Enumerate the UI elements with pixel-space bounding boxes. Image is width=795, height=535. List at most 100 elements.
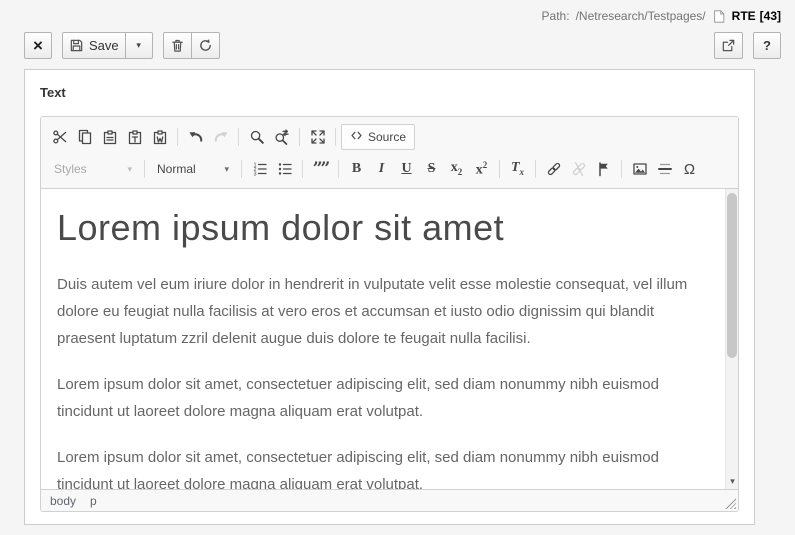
docheader-right: ?	[714, 32, 781, 59]
subscript-icon: x2	[450, 160, 463, 177]
numbered-list-button[interactable]: 123	[247, 157, 272, 181]
source-button-label: Source	[368, 130, 407, 144]
horizontal-line-icon	[657, 161, 673, 177]
link-button[interactable]	[541, 157, 566, 181]
field-label: Text	[40, 85, 66, 100]
save-button[interactable]: Save	[62, 32, 126, 59]
toolbar-separator	[302, 160, 303, 178]
resize-handle[interactable]	[725, 498, 736, 509]
format-combo[interactable]: Normal ▾	[150, 157, 236, 181]
help-button[interactable]: ?	[753, 32, 781, 59]
record-uid: [43]	[759, 9, 781, 23]
strikethrough-button[interactable]: S	[419, 157, 444, 181]
italic-icon: I	[378, 161, 385, 176]
remove-format-button[interactable]: Tx	[505, 157, 530, 181]
elementpath-p[interactable]: p	[90, 494, 97, 508]
chevron-down-icon: ▾	[136, 40, 141, 50]
toolbar-separator	[144, 160, 145, 178]
maximize-icon	[310, 129, 326, 145]
subscript-button[interactable]: x2	[444, 157, 469, 181]
bold-button[interactable]: B	[344, 157, 369, 181]
bulleted-list-button[interactable]	[272, 157, 297, 181]
scissors-icon	[52, 129, 68, 145]
record-title-text: RTE	[731, 9, 756, 23]
save-button-label: Save	[89, 38, 119, 53]
italic-button[interactable]: I	[369, 157, 394, 181]
copy-icon	[77, 129, 93, 145]
strikethrough-icon: S	[427, 161, 436, 176]
special-char-button[interactable]: Ω	[677, 157, 702, 181]
content-paragraph: Lorem ipsum dolor sit amet, consectetuer…	[57, 376, 659, 420]
replace-button[interactable]	[269, 125, 294, 149]
toolbar-separator	[338, 160, 339, 178]
rte-content-area: Lorem ipsum dolor sit amet Duis autem ve…	[41, 189, 738, 489]
docheader-left: × Save ▾	[24, 32, 220, 59]
breadcrumb-path-value[interactable]: /Netresearch/Testpages/	[576, 9, 706, 23]
link-icon	[546, 161, 562, 177]
numbered-list-icon: 123	[252, 161, 268, 177]
scroll-down-icon[interactable]: ▾	[726, 477, 738, 486]
rte-toolbar: Source Styles ▾ Normal ▾ 123 ”” B I U S …	[41, 117, 738, 189]
save-button-group: Save ▾	[62, 32, 153, 59]
bulleted-list-icon	[277, 161, 293, 177]
anchor-button[interactable]	[591, 157, 616, 181]
replace-icon	[274, 129, 290, 145]
styles-combo-label: Styles	[54, 162, 87, 176]
elementpath-body[interactable]: body	[50, 494, 76, 508]
breadcrumb-path-label: Path:	[541, 9, 570, 23]
rte-statusbar: body p	[41, 489, 738, 511]
paste-text-button[interactable]	[122, 125, 147, 149]
toolbar-separator	[535, 160, 536, 178]
chevron-down-icon: ▾	[224, 163, 229, 174]
new-window-icon	[721, 38, 736, 53]
content-scrollbar[interactable]: ▾	[725, 189, 738, 489]
close-button[interactable]: ×	[24, 32, 52, 59]
omega-icon: Ω	[683, 160, 696, 178]
find-button[interactable]	[244, 125, 269, 149]
blockquote-button[interactable]: ””	[308, 157, 333, 181]
help-icon: ?	[763, 38, 771, 53]
open-in-new-window-button[interactable]	[714, 32, 743, 59]
rte-editable[interactable]: Lorem ipsum dolor sit amet Duis autem ve…	[41, 189, 725, 489]
record-page-icon	[712, 9, 726, 24]
toolbar-separator	[299, 128, 300, 146]
undo-button[interactable]	[183, 125, 208, 149]
svg-text:3: 3	[253, 172, 256, 177]
copy-button[interactable]	[72, 125, 97, 149]
unlink-button[interactable]	[566, 157, 591, 181]
history-button[interactable]	[190, 32, 220, 59]
toolbar-separator	[499, 160, 500, 178]
redo-button[interactable]	[208, 125, 233, 149]
trash-icon	[170, 38, 185, 53]
blockquote-icon: ””	[312, 158, 331, 179]
magnifier-icon	[249, 129, 265, 145]
cut-button[interactable]	[47, 125, 72, 149]
flag-icon	[596, 161, 612, 177]
chevron-down-icon: ▾	[127, 163, 132, 174]
image-button[interactable]	[627, 157, 652, 181]
maximize-button[interactable]	[305, 125, 330, 149]
source-code-icon	[350, 129, 363, 145]
paste-word-button[interactable]	[147, 125, 172, 149]
superscript-button[interactable]: x2	[469, 157, 494, 181]
content-heading: Lorem ipsum dolor sit amet	[57, 207, 505, 248]
styles-combo[interactable]: Styles ▾	[47, 157, 139, 181]
image-icon	[632, 161, 648, 177]
paste-button[interactable]	[97, 125, 122, 149]
close-icon: ×	[33, 36, 43, 55]
clipboard-text-icon	[127, 129, 143, 145]
save-options-button[interactable]: ▾	[124, 32, 153, 59]
superscript-icon: x2	[475, 159, 488, 178]
save-icon	[69, 38, 84, 53]
history-undo-icon	[198, 38, 213, 53]
remove-format-icon: Tx	[510, 160, 525, 177]
source-button[interactable]: Source	[341, 124, 416, 150]
scrollbar-thumb[interactable]	[727, 193, 737, 358]
underline-button[interactable]: U	[394, 157, 419, 181]
rte-editor: Source Styles ▾ Normal ▾ 123 ”” B I U S …	[40, 116, 739, 512]
toolbar-separator	[238, 128, 239, 146]
unlink-icon	[571, 161, 587, 177]
toolbar-separator	[241, 160, 242, 178]
delete-button[interactable]	[162, 32, 192, 59]
horizontal-line-button[interactable]	[652, 157, 677, 181]
